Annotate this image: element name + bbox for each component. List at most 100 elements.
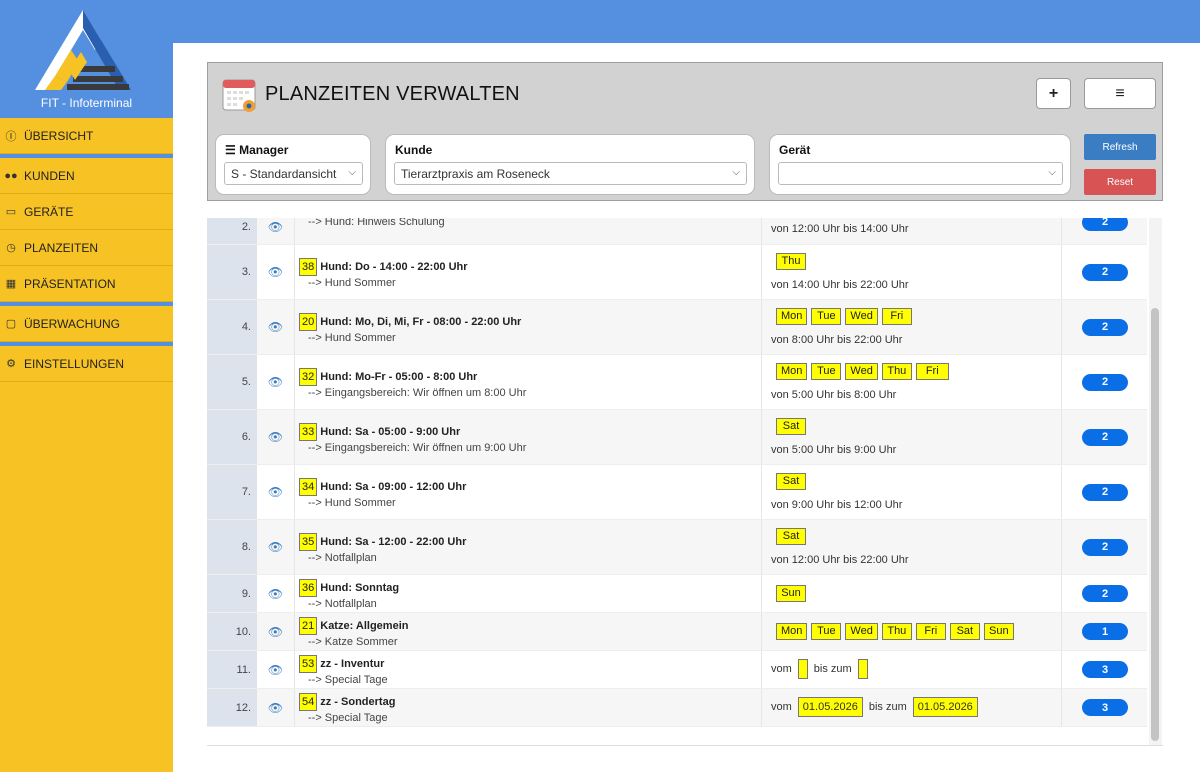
row-title: Hund: Sa - 12:00 - 22:00 Uhr <box>320 536 467 548</box>
sidebar-item-uebersicht[interactable]: ⓘ ÜBERSICHT <box>0 118 173 154</box>
eye-icon[interactable]: 👁 <box>268 625 283 639</box>
table-row[interactable]: 11. 👁 53 zz - Inventur --> Special Tage v… <box>207 651 1147 689</box>
row-number: 4. <box>207 300 257 354</box>
users-icon: ●● <box>4 169 18 182</box>
calendar-icon <box>222 79 256 112</box>
eye-icon[interactable]: 👁 <box>268 701 283 715</box>
time-range: von 9:00 Uhr bis 12:00 Uhr <box>771 499 903 511</box>
day-badge: Thu <box>881 623 912 640</box>
sidebar-item-kunden[interactable]: ●● KUNDEN <box>0 158 173 194</box>
count-badge[interactable]: 2 <box>1082 483 1128 501</box>
sidebar-item-planzeiten[interactable]: ◷ PLANZEITEN <box>0 230 173 266</box>
table-row[interactable]: 9. 👁 36 Hund: Sonntag --> Notfallplan Sun… <box>207 575 1147 613</box>
row-title: Hund: Sonntag <box>320 582 400 594</box>
from-label: vom <box>771 663 792 675</box>
geraet-select[interactable]: ⌵ <box>778 162 1063 185</box>
to-date[interactable] <box>857 659 868 679</box>
count-badge[interactable]: 2 <box>1082 263 1128 281</box>
from-date[interactable] <box>797 659 808 679</box>
eye-icon[interactable]: 👁 <box>268 430 283 444</box>
sidebar: FIT - Infoterminal ⓘ ÜBERSICHT ●● KUNDEN… <box>0 0 173 772</box>
time-range: von 5:00 Uhr bis 9:00 Uhr <box>771 444 897 456</box>
add-button[interactable]: + <box>1036 78 1071 109</box>
id-badge: 36 <box>299 579 318 597</box>
scrollbar[interactable] <box>1149 218 1162 745</box>
count-badge[interactable]: 3 <box>1082 699 1128 716</box>
brand-area[interactable]: FIT - Infoterminal <box>0 0 173 118</box>
kunde-filter: Kunde Tierarztpraxis am Roseneck ⌵ <box>385 134 755 195</box>
row-number: 9. <box>207 575 257 612</box>
sidebar-item-einstellungen[interactable]: ⚙ EINSTELLUNGEN <box>0 346 173 382</box>
sidebar-item-label: GERÄTE <box>24 204 74 219</box>
top-bar <box>0 0 1200 43</box>
row-number: 12. <box>207 689 257 726</box>
list-icon: ☰ <box>225 143 240 157</box>
row-subtitle: --> Hund: Hinweis Schulung <box>308 218 445 228</box>
manager-label: ☰ Manager <box>225 143 289 157</box>
table-row[interactable]: 8. 👁 35 Hund: Sa - 12:00 - 22:00 Uhr --> … <box>207 520 1147 575</box>
scrollbar-thumb[interactable] <box>1151 308 1159 741</box>
day-badge: Wed <box>845 308 878 325</box>
day-badge: Sun <box>776 585 806 602</box>
day-badge: Tue <box>811 308 842 325</box>
eye-icon[interactable]: 👁 <box>268 220 283 234</box>
kunde-select[interactable]: Tierarztpraxis am Roseneck ⌵ <box>394 162 747 185</box>
count-badge[interactable]: 1 <box>1082 623 1128 640</box>
row-number: 5. <box>207 355 257 409</box>
table-row[interactable]: 10. 👁 21 Katze: Allgemein --> Katze Somme… <box>207 613 1147 651</box>
count-badge[interactable]: 3 <box>1082 661 1128 678</box>
to-date[interactable]: 01.05.2026 <box>912 697 978 717</box>
table-row[interactable]: 5. 👁 32 Hund: Mo-Fr - 05:00 - 8:00 Uhr --… <box>207 355 1147 410</box>
count-badge[interactable]: 2 <box>1082 585 1128 602</box>
sidebar-item-praesentation[interactable]: ▦ PRÄSENTATION <box>0 266 173 302</box>
time-range: von 8:00 Uhr bis 22:00 Uhr <box>771 334 903 346</box>
row-subtitle: --> Eingangsbereich: Wir öffnen um 9:00 … <box>308 442 527 454</box>
eye-icon[interactable]: 👁 <box>268 587 283 601</box>
time-range: von 5:00 Uhr bis 8:00 Uhr <box>771 389 897 401</box>
row-subtitle: --> Hund Sommer <box>308 332 396 344</box>
sidebar-item-ueberwachung[interactable]: ▢ ÜBERWACHUNG <box>0 306 173 342</box>
count-badge[interactable]: 2 <box>1082 538 1128 556</box>
manager-select[interactable]: S - Standardansicht ⌵ <box>224 162 363 185</box>
sidebar-item-geraete[interactable]: ▭ GERÄTE <box>0 194 173 230</box>
eye-icon[interactable]: 👁 <box>268 663 283 677</box>
day-badge: Tue <box>811 623 842 640</box>
table-row[interactable]: 4. 👁 20 Hund: Mo, Di, Mi, Fr - 08:00 - 22… <box>207 300 1147 355</box>
table-row[interactable]: 7. 👁 34 Hund: Sa - 09:00 - 12:00 Uhr --> … <box>207 465 1147 520</box>
row-subtitle: --> Special Tage <box>308 712 388 724</box>
from-date[interactable]: 01.05.2026 <box>797 697 863 717</box>
row-subtitle: --> Eingangsbereich: Wir öffnen um 8:00 … <box>308 387 527 399</box>
clock-icon: ◷ <box>6 242 16 254</box>
count-badge[interactable]: 2 <box>1082 218 1128 231</box>
count-badge[interactable]: 2 <box>1082 318 1128 336</box>
table-row[interactable]: 12. 👁 54 zz - Sondertag --> Special Tage … <box>207 689 1147 727</box>
id-badge: 32 <box>299 368 318 386</box>
eye-icon[interactable]: 👁 <box>268 540 283 554</box>
planzeiten-table: 2. 👁 --> Hund: Hinweis Schulung von 12:0… <box>207 218 1147 727</box>
reset-button[interactable]: Reset <box>1084 169 1156 195</box>
day-badge: Fri <box>881 308 912 325</box>
count-badge[interactable]: 2 <box>1082 428 1128 446</box>
table-row[interactable]: 3. 👁 38 Hund: Do - 14:00 - 22:00 Uhr --> … <box>207 245 1147 300</box>
refresh-button[interactable]: Refresh <box>1084 134 1156 160</box>
row-number: 7. <box>207 465 257 519</box>
id-badge: 35 <box>299 533 318 551</box>
to-label: bis zum <box>868 701 907 713</box>
row-subtitle: --> Notfallplan <box>308 552 377 564</box>
table-row[interactable]: 6. 👁 33 Hund: Sa - 05:00 - 9:00 Uhr --> E… <box>207 410 1147 465</box>
chevron-down-icon: ⌵ <box>1048 167 1056 178</box>
eye-icon[interactable]: 👁 <box>268 320 283 334</box>
sidebar-item-label: ÜBERSICHT <box>24 128 94 143</box>
id-badge: 38 <box>299 258 318 276</box>
menu-button[interactable]: ≡ <box>1084 78 1156 109</box>
day-badge: Fri <box>915 363 949 380</box>
eye-icon[interactable]: 👁 <box>268 375 283 389</box>
count-badge[interactable]: 2 <box>1082 373 1128 391</box>
day-badge: Thu <box>776 253 806 270</box>
table-row[interactable]: 2. 👁 --> Hund: Hinweis Schulung von 12:0… <box>207 218 1147 245</box>
monitor-icon: ▭ <box>5 206 17 218</box>
row-subtitle: --> Notfallplan <box>308 598 377 610</box>
eye-icon[interactable]: 👁 <box>268 485 283 499</box>
day-badge: Tue <box>811 363 842 380</box>
eye-icon[interactable]: 👁 <box>268 265 283 279</box>
